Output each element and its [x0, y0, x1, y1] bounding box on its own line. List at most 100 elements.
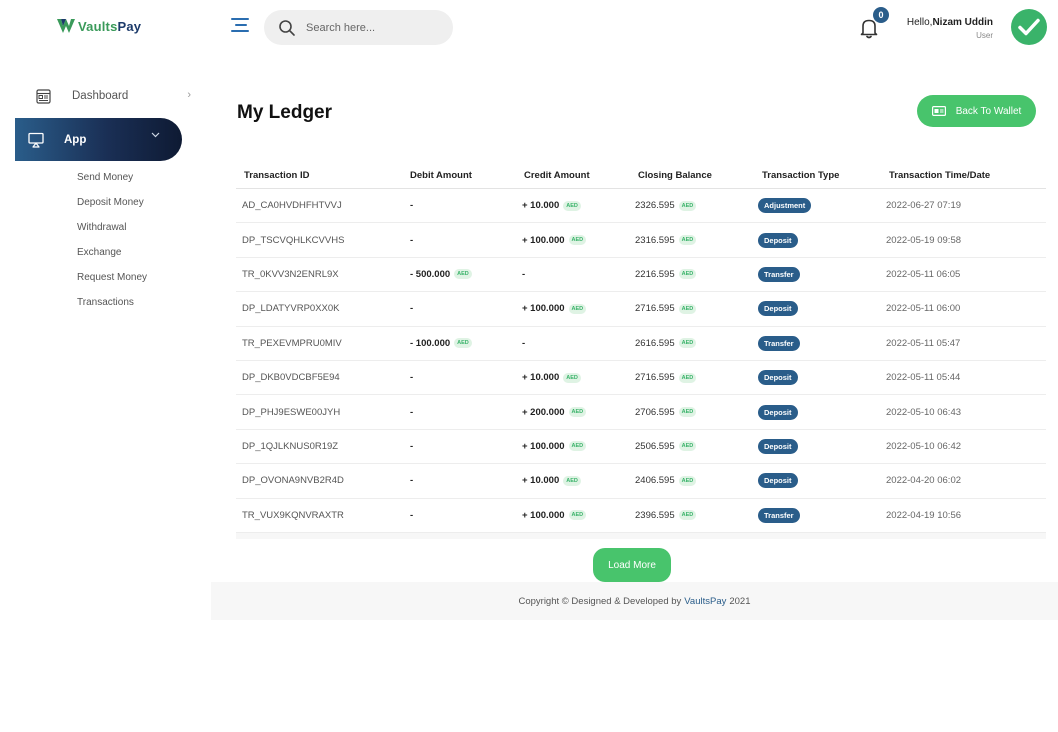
currency-badge: AED: [568, 407, 587, 418]
transaction-type-badge: Adjustment: [758, 198, 812, 214]
closing-balance: 2326.595 AED: [632, 200, 756, 211]
footer-brand-link[interactable]: VaultsPay: [684, 596, 726, 607]
table-row[interactable]: TR_0KVV3N2ENRL9X - 500.000 AED -2216.595 AED…: [236, 258, 1046, 293]
debit-amount: - 500.000 AED: [406, 269, 518, 280]
table-row[interactable]: DP_OVONA9NVB2R4D - + 10.000 AED 2406.595 AED D…: [236, 464, 1046, 499]
load-more-button[interactable]: Load More: [593, 548, 671, 582]
transaction-id-value: DP_PHJ9ESWE00JYH: [242, 406, 341, 418]
sidebar-item-send-money[interactable]: Send Money: [77, 172, 147, 197]
transaction-type: Deposit: [756, 301, 884, 317]
table-row[interactable]: TR_VUX9KQNVRAXTR - + 100.000 AED 2396.595 AED…: [236, 499, 1046, 533]
transaction-datetime: 2022-05-11 05:47: [884, 338, 1044, 349]
debit-amount-value: -: [410, 234, 414, 246]
closing-balance: 2316.595 AED: [632, 235, 756, 246]
closing-balance: 2716.595 AED: [632, 303, 756, 314]
transaction-datetime: 2022-05-11 05:44: [884, 372, 1044, 383]
currency-badge: AED: [568, 303, 587, 314]
transaction-type: Deposit: [756, 473, 884, 489]
transaction-datetime-value: 2022-05-11 06:05: [886, 268, 961, 280]
closing-balance: 2216.595 AED: [632, 269, 756, 280]
currency-badge: AED: [568, 441, 587, 452]
sidebar-item-exchange[interactable]: Exchange: [77, 247, 147, 272]
table-row[interactable]: DP_PHJ9ESWE00JYH - + 200.000 AED 2706.595 AED…: [236, 395, 1046, 430]
transaction-datetime-value: 2022-05-11 05:47: [886, 337, 961, 349]
transaction-type: Deposit: [756, 370, 884, 386]
debit-amount-value: -: [410, 509, 414, 521]
search-input[interactable]: [306, 21, 436, 34]
credit-amount-value: + 10.000: [522, 475, 560, 487]
avatar[interactable]: [1011, 9, 1047, 45]
closing-balance: 2506.595 AED: [632, 441, 756, 452]
sidebar-item-dashboard[interactable]: Dashboard ›: [36, 86, 191, 106]
credit-amount-value: -: [522, 337, 526, 349]
credit-amount: + 100.000 AED: [518, 235, 632, 246]
debit-amount-value: -: [410, 200, 414, 212]
user-info[interactable]: Hello,Nizam Uddin User: [907, 17, 993, 40]
transaction-type-badge: Deposit: [758, 301, 798, 317]
table-row[interactable]: DP_DKB0VDCBF5E94- + 10.000 AED 2716.595 AED D…: [236, 361, 1046, 396]
page-title: My Ledger: [237, 102, 333, 123]
closing-balance: 2616.595 AED: [632, 338, 756, 349]
monitor-icon: [28, 132, 44, 148]
currency-badge: AED: [568, 510, 587, 521]
transaction-datetime: 2022-05-10 06:43: [884, 407, 1044, 418]
debit-amount-value: - 500.000: [410, 268, 451, 280]
transaction-datetime-value: 2022-04-19 10:56: [886, 509, 962, 521]
ledger-table: Transaction ID Debit Amount Credit Amoun…: [236, 163, 1046, 539]
transaction-datetime-value: 2022-05-19 09:58: [886, 234, 962, 246]
debit-amount-value: - 100.000: [410, 337, 451, 349]
sidebar-item-transactions[interactable]: Transactions: [77, 297, 147, 322]
menu-icon[interactable]: [231, 18, 249, 34]
column-header: Transaction Type: [762, 170, 840, 181]
transaction-id-value: DP_TSCVQHLKCVVHS: [242, 234, 345, 246]
sidebar-item-label: App: [64, 133, 87, 146]
debit-amount: -: [406, 235, 518, 246]
sidebar-item-withdrawal[interactable]: Withdrawal: [77, 222, 147, 247]
transaction-id: TR_0KVV3N2ENRL9X: [236, 269, 406, 280]
transaction-type: Transfer: [756, 335, 884, 351]
table-row[interactable]: DP_LDATYVRP0XX0K - + 100.000 AED 2716.595 AED…: [236, 292, 1046, 327]
transaction-datetime-value: 2022-05-11 05:44: [886, 372, 961, 384]
transaction-type: Deposit: [756, 232, 884, 248]
debit-amount: -: [406, 510, 518, 521]
closing-balance: 2706.595 AED: [632, 407, 756, 418]
transaction-datetime: 2022-06-27 07:19: [884, 200, 1044, 211]
credit-amount-value: + 100.000: [522, 234, 565, 246]
currency-badge: AED: [678, 235, 697, 246]
debit-amount: -: [406, 475, 518, 486]
currency-badge: AED: [678, 269, 697, 280]
closing-balance-value: 2716.595: [635, 303, 675, 315]
top-header: VaultsPay 0 Hello,Nizam Uddin User: [0, 0, 1058, 56]
currency-badge: AED: [678, 475, 697, 486]
transaction-id-value: DP_DKB0VDCBF5E94: [242, 372, 340, 384]
transaction-type: Transfer: [756, 266, 884, 282]
logo-text-a: Vaults: [78, 18, 118, 34]
transaction-type-badge: Transfer: [758, 507, 800, 523]
transaction-type: Adjustment: [756, 198, 884, 214]
transaction-id: DP_DKB0VDCBF5E94: [236, 372, 406, 383]
currency-badge: AED: [454, 338, 472, 349]
credit-amount-value: -: [522, 268, 526, 280]
credit-amount: + 200.000 AED: [518, 407, 632, 418]
credit-amount: + 10.000 AED: [518, 475, 632, 486]
table-row[interactable]: AD_CA0HVDHFHTVVJ - + 10.000 AED 2326.595 AED A…: [236, 189, 1046, 224]
transaction-type-badge: Deposit: [758, 438, 798, 454]
credit-amount: + 100.000 AED: [518, 303, 632, 314]
table-row[interactable]: DP_1QJLKNUS0R19Z - + 100.000 AED 2506.595 AED…: [236, 430, 1046, 465]
table-row[interactable]: TR_PEXEVMPRU0MIV - 100.000 AED -2616.595 AED…: [236, 327, 1046, 361]
currency-badge: AED: [678, 407, 697, 418]
sidebar-item-app[interactable]: App: [15, 118, 182, 161]
closing-balance: 2716.595 AED: [632, 372, 756, 383]
sidebar-item-deposit-money[interactable]: Deposit Money: [77, 197, 147, 222]
transaction-id: DP_OVONA9NVB2R4D: [236, 475, 406, 486]
table-row[interactable]: DP_TSCVQHLKCVVHS - + 100.000 AED 2316.595 AED…: [236, 223, 1046, 258]
search-bar[interactable]: [264, 10, 453, 45]
logo[interactable]: VaultsPay: [56, 16, 141, 36]
transaction-id: DP_PHJ9ESWE00JYH: [236, 407, 406, 418]
credit-amount: + 10.000 AED: [518, 372, 632, 383]
transaction-type-badge: Transfer: [758, 335, 800, 351]
currency-badge: AED: [678, 303, 697, 314]
footer-copyright: Copyright © Designed & Developed by: [518, 595, 682, 607]
back-to-wallet-button[interactable]: Back To Wallet: [917, 95, 1036, 127]
sidebar-item-request-money[interactable]: Request Money: [77, 272, 147, 297]
